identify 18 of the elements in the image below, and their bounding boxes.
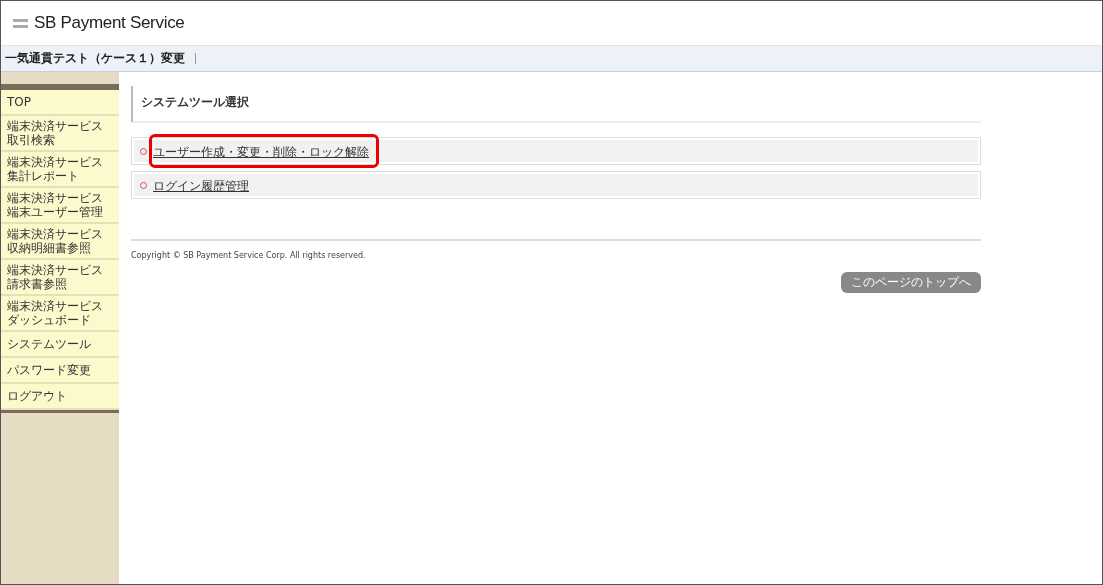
sidebar-item[interactable]: 端末決済サービス ダッシュボード	[1, 296, 119, 332]
copyright: Copyright © SB Payment Service Corp. All rights reserved.	[131, 251, 367, 260]
menu-link[interactable]: ログイン履歴管理	[153, 179, 249, 193]
sidebar-item[interactable]: パスワード変更	[1, 358, 119, 384]
sidebar-item[interactable]: ログアウト	[1, 384, 119, 410]
sidebar-item[interactable]: 端末決済サービス 集計レポート	[1, 152, 119, 188]
section-heading: システムツール選択	[131, 86, 981, 123]
sidebar-item[interactable]: 端末決済サービス 収納明細書参照	[1, 224, 119, 260]
page-top-button[interactable]: このページのトップへ	[841, 272, 981, 293]
menu-link[interactable]: ユーザー作成・変更・削除・ロック解除	[153, 145, 369, 159]
sidebar-item[interactable]: 端末決済サービス 端末ユーザー管理	[1, 188, 119, 224]
sidebar-item[interactable]: 端末決済サービス 請求書参照	[1, 260, 119, 296]
logo-icon	[13, 18, 28, 28]
page-title: 一気通貫テスト（ケース１）変更	[5, 53, 196, 64]
sidebar-item[interactable]: 端末決済サービス 取引検索	[1, 116, 119, 152]
sidebar-item[interactable]: システムツール	[1, 332, 119, 358]
sidebar-item[interactable]: TOP	[1, 90, 119, 116]
logo: SB Payment Service	[34, 13, 185, 33]
